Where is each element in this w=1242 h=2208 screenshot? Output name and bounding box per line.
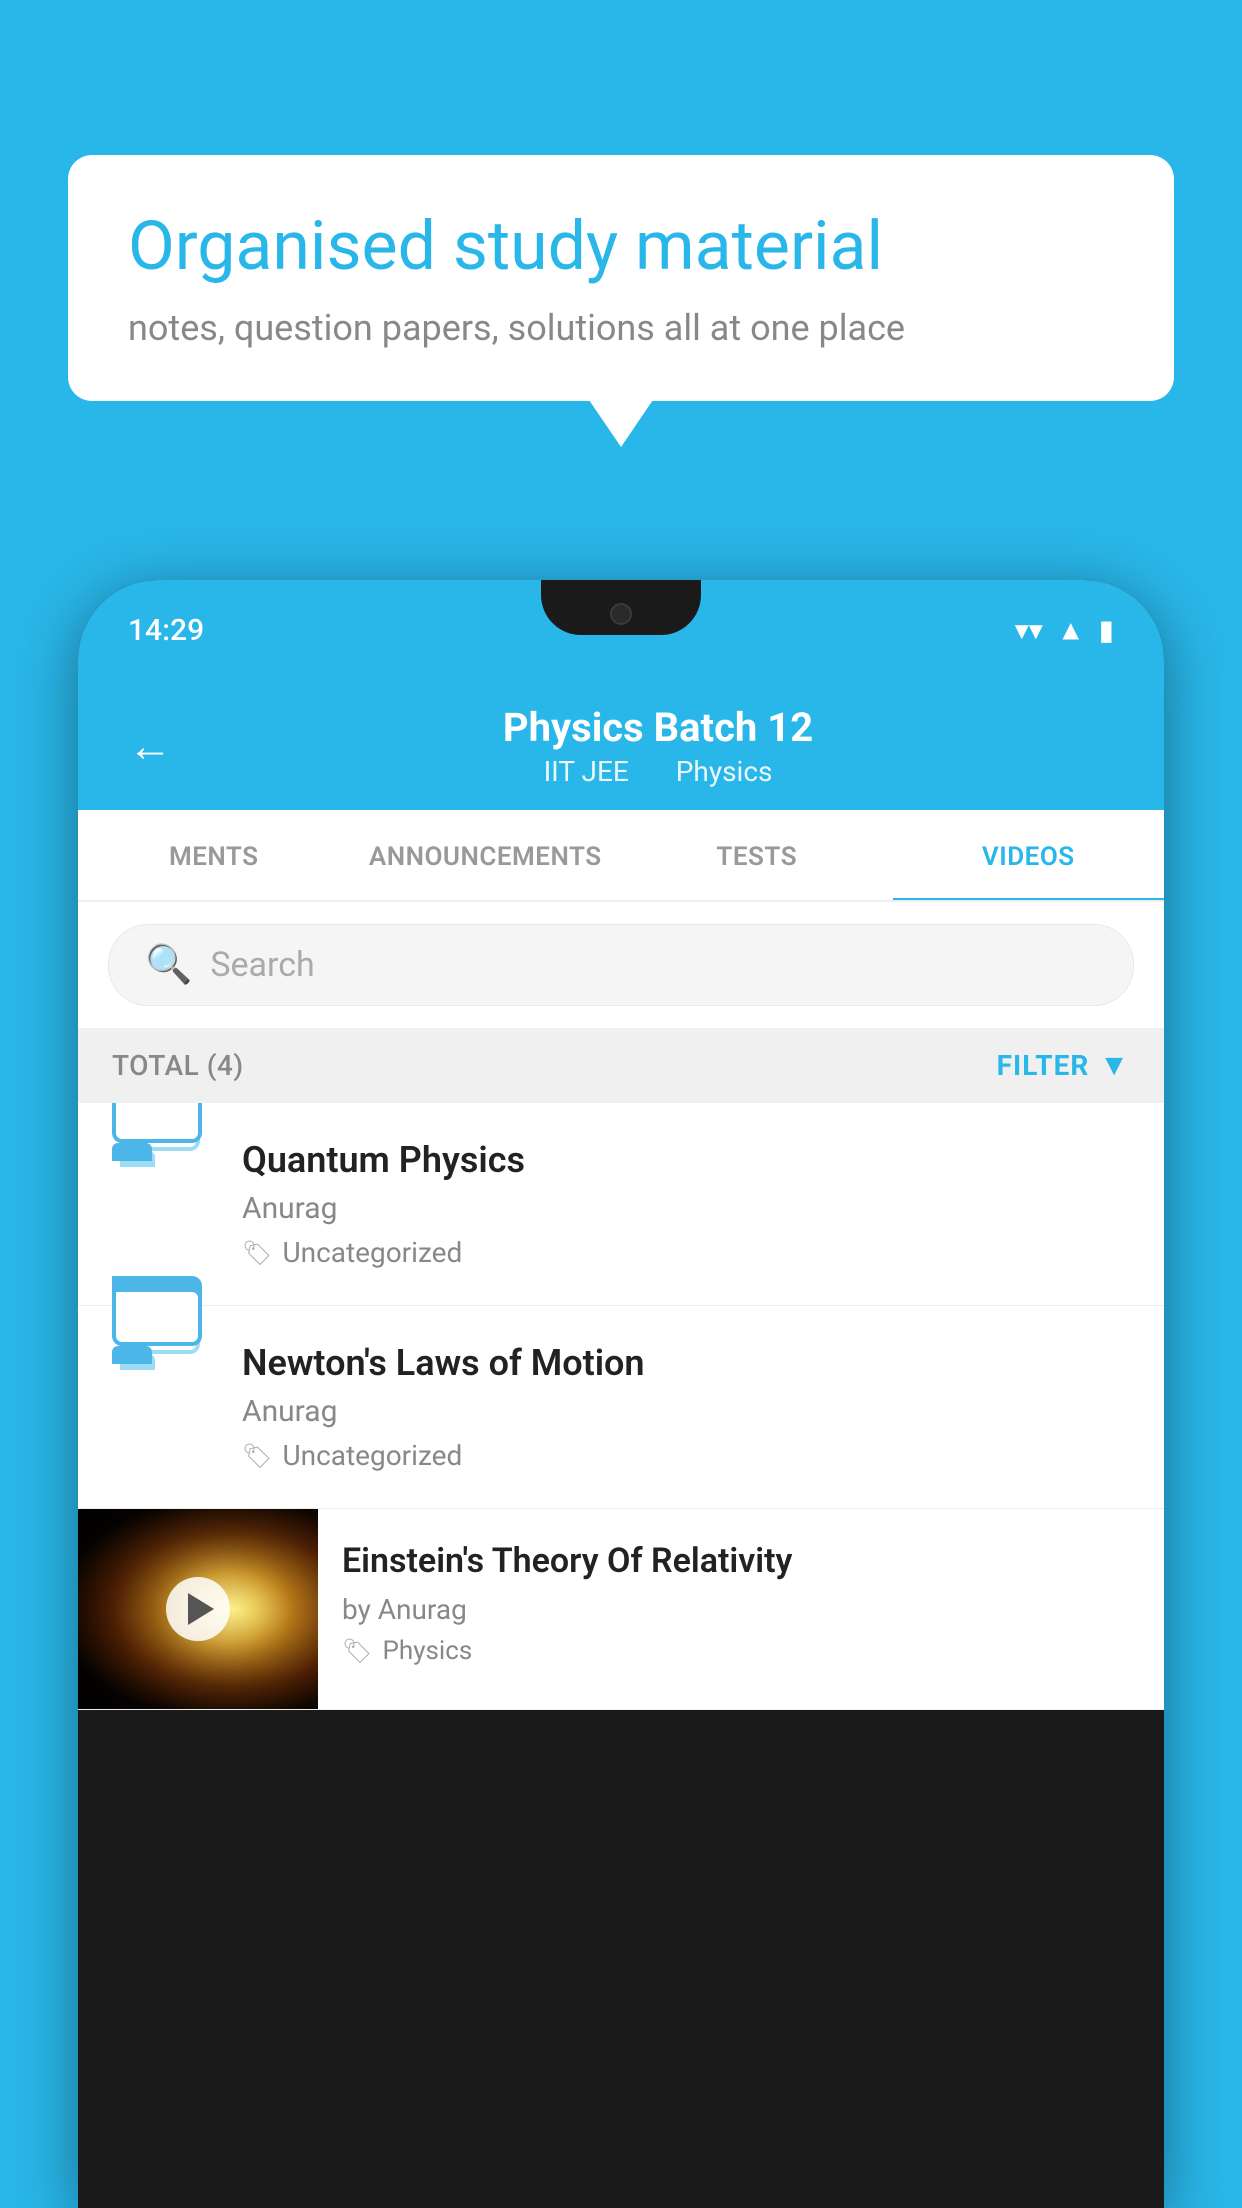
header-title-group: Physics Batch 12 IIT JEE Physics [202,704,1114,788]
video-tag: 🏷 Uncategorized [242,1439,1130,1472]
video-tag: 🏷 Physics [342,1636,1140,1666]
tab-tests[interactable]: TESTS [621,810,893,900]
filter-bar: TOTAL (4) FILTER ▼ [78,1028,1164,1103]
tag-icon: 🏷 [342,1637,372,1665]
tag-icon: 🏷 [242,1442,272,1470]
tab-ments[interactable]: MENTS [78,810,350,900]
front-camera [610,603,632,625]
speech-bubble: Organised study material notes, question… [68,155,1174,401]
video-author: Anurag [242,1394,1130,1429]
wifi-icon: ▾▾ [1015,614,1043,647]
search-placeholder: Search [210,945,314,985]
bubble-title: Organised study material [128,207,1114,285]
video-author: Anurag [242,1191,1130,1226]
status-icons: ▾▾ ▲ ▮ [1015,614,1114,647]
batch-subtitle: IIT JEE Physics [202,755,1114,788]
video-info: Newton's Laws of Motion Anurag 🏷 Uncateg… [242,1342,1130,1472]
tab-videos[interactable]: VIDEOS [893,810,1165,900]
phone: 14:29 ▾▾ ▲ ▮ ← Physics Batch 12 IIT JEE … [78,580,1164,2208]
tag-label: Uncategorized [282,1236,462,1269]
video-thumbnail [78,1509,318,1709]
app-header: ← Physics Batch 12 IIT JEE Physics [78,680,1164,810]
subtitle-iitjee: IIT JEE [544,755,629,788]
video-tag: 🏷 Uncategorized [242,1236,1130,1269]
video-info: Einstein's Theory Of Relativity by Anura… [318,1509,1164,1696]
search-icon: 🔍 [145,943,192,987]
content-list: Quantum Physics Anurag 🏷 Uncategorized [78,1103,1164,1710]
back-button[interactable]: ← [128,720,172,772]
status-bar: 14:29 ▾▾ ▲ ▮ [78,580,1164,680]
tag-label: Uncategorized [282,1439,462,1472]
list-item[interactable]: Quantum Physics Anurag 🏷 Uncategorized [78,1103,1164,1306]
folder-icon [112,1143,212,1243]
filter-label: FILTER [997,1049,1090,1082]
filter-icon: ▼ [1099,1048,1130,1083]
total-count: TOTAL (4) [112,1049,244,1082]
video-author: by Anurag [342,1593,1140,1626]
video-info: Quantum Physics Anurag 🏷 Uncategorized [242,1139,1130,1269]
signal-icon: ▲ [1057,614,1085,647]
battery-icon: ▮ [1099,614,1114,647]
list-item[interactable]: Newton's Laws of Motion Anurag 🏷 Uncateg… [78,1306,1164,1509]
video-title: Quantum Physics [242,1139,1130,1181]
search-container: 🔍 Search [78,902,1164,1028]
notch [541,580,701,635]
batch-title: Physics Batch 12 [202,704,1114,751]
list-item[interactable]: Einstein's Theory Of Relativity by Anura… [78,1509,1164,1710]
tab-announcements[interactable]: ANNOUNCEMENTS [350,810,622,900]
tabs: MENTS ANNOUNCEMENTS TESTS VIDEOS [78,810,1164,902]
bubble-subtitle: notes, question papers, solutions all at… [128,307,1114,349]
search-bar[interactable]: 🔍 Search [108,924,1134,1006]
play-icon [188,1593,214,1625]
folder-icon [112,1346,212,1446]
tag-icon: 🏷 [242,1239,272,1267]
filter-button[interactable]: FILTER ▼ [997,1048,1130,1083]
play-button[interactable] [166,1577,230,1641]
subtitle-physics: Physics [676,755,773,788]
video-title: Newton's Laws of Motion [242,1342,1130,1384]
status-time: 14:29 [128,613,204,648]
tag-label: Physics [382,1636,472,1666]
speech-bubble-container: Organised study material notes, question… [68,155,1174,401]
video-title: Einstein's Theory Of Relativity [342,1539,1140,1583]
